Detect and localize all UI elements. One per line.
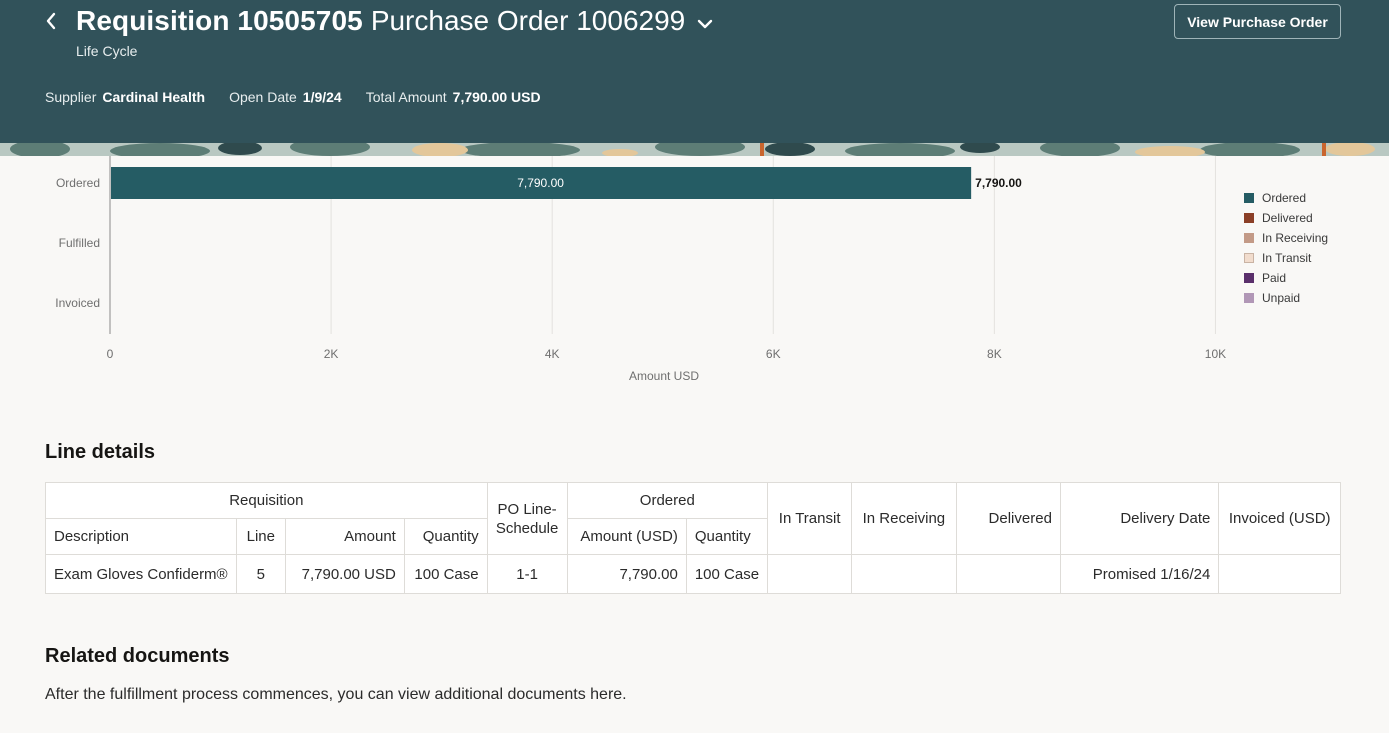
total-amount-summary: Total Amount 7,790.00 USD	[366, 89, 541, 105]
legend-swatch	[1244, 193, 1254, 203]
chevron-down-icon[interactable]	[695, 14, 715, 34]
legend-swatch	[1244, 213, 1254, 223]
legend-label: In Receiving	[1262, 231, 1329, 245]
legend-swatch	[1244, 253, 1254, 263]
purchase-order-title: Purchase Order 1006299	[370, 5, 686, 36]
bar-data-label: 7,790.00	[517, 176, 564, 190]
legend-label: Delivered	[1262, 211, 1313, 225]
requisition-group-header: Requisition	[45, 482, 488, 519]
legend-item-ordered: Ordered	[1244, 188, 1328, 208]
line-header[interactable]: Line	[235, 518, 287, 555]
invoiced-header[interactable]: Invoiced (USD)	[1218, 482, 1341, 555]
x-tick-label: 0	[107, 347, 114, 361]
open-date-value: 1/9/24	[302, 89, 342, 105]
cell-line: 5	[235, 554, 287, 594]
legend-label: In Transit	[1262, 251, 1312, 265]
lifecycle-chart: 0 2K 4K 6K 8K 10K Amount USD Ordered Fulfilled In…	[0, 156, 1389, 396]
legend-label: Ordered	[1262, 191, 1307, 205]
legend-item-in-transit: In Transit	[1244, 248, 1328, 268]
line-details-title: Line details	[45, 441, 156, 463]
requisition-title: Requisition 10505705	[76, 5, 363, 36]
cell-amount: 7,790.00 USD	[285, 554, 405, 594]
legend-item-unpaid: Unpaid	[1244, 288, 1328, 308]
category-label: Fulfilled	[59, 236, 100, 250]
ordered-amount-header[interactable]: Amount (USD)	[566, 518, 687, 555]
open-date-label: Open Date	[229, 89, 297, 105]
legend-item-delivered: Delivered	[1244, 208, 1328, 228]
amount-header[interactable]: Amount	[285, 518, 405, 555]
related-documents-text: After the fulfillment process commences,…	[45, 686, 627, 703]
related-documents-title: Related documents	[45, 645, 230, 667]
cell-po-line-schedule: 1-1	[486, 554, 568, 594]
total-amount-label: Total Amount	[365, 89, 447, 105]
bar-total-label: 7,790.00	[975, 176, 1022, 190]
line-details-table: Requisition PO Line-Schedule Ordered In …	[45, 482, 1341, 594]
total-amount-value: 7,790.00 USD	[452, 89, 541, 105]
legend-swatch	[1244, 293, 1254, 303]
legend-label: Unpaid	[1262, 291, 1301, 305]
quantity-header[interactable]: Quantity	[403, 518, 488, 555]
supplier-value: Cardinal Health	[102, 89, 206, 105]
x-tick-label: 10K	[1205, 347, 1226, 361]
x-tick-label: 6K	[766, 347, 781, 361]
cell-description: Exam Gloves Confiderm®	[45, 554, 237, 594]
chart-legend: Ordered Delivered In Receiving In Transi…	[1244, 188, 1328, 308]
cell-delivery-date: Promised 1/16/24	[1059, 554, 1220, 594]
description-header[interactable]: Description	[45, 518, 237, 555]
legend-item-paid: Paid	[1244, 268, 1328, 288]
cell-invoiced	[1218, 554, 1341, 594]
in-receiving-header[interactable]: In Receiving	[851, 482, 957, 555]
po-line-schedule-header[interactable]: PO Line-Schedule	[486, 482, 568, 555]
x-tick-label: 8K	[987, 347, 1002, 361]
ordered-group-header: Ordered	[566, 482, 769, 519]
supplier-summary: Supplier Cardinal Health	[45, 89, 205, 105]
cell-ordered-amount: 7,790.00	[566, 554, 687, 594]
x-tick-label: 4K	[545, 347, 560, 361]
legend-swatch	[1244, 233, 1254, 243]
cell-quantity: 100 Case	[403, 554, 488, 594]
table-group-header-row: Requisition PO Line-Schedule Ordered In …	[45, 482, 1341, 555]
category-label: Invoiced	[55, 296, 100, 310]
lifecycle-bar-chart: 0 2K 4K 6K 8K 10K Amount USD Ordered Fulfilled In…	[55, 156, 1226, 383]
open-date-summary: Open Date 1/9/24	[229, 89, 342, 105]
cell-delivered	[955, 554, 1061, 594]
legend-swatch	[1244, 273, 1254, 283]
x-axis-title: Amount USD	[629, 369, 699, 383]
back-button[interactable]	[40, 8, 62, 34]
banner-pattern	[0, 143, 1389, 156]
page-header: Requisition 10505705 Purchase Order 1006…	[0, 0, 1389, 143]
delivered-header[interactable]: Delivered	[955, 482, 1061, 555]
legend-label: Paid	[1262, 271, 1287, 285]
x-tick-label: 2K	[324, 347, 339, 361]
cell-in-receiving	[851, 554, 957, 594]
in-transit-header[interactable]: In Transit	[767, 482, 853, 555]
chevron-left-icon	[46, 12, 56, 30]
view-purchase-order-button[interactable]: View Purchase Order	[1174, 4, 1341, 39]
decorative-banner	[0, 143, 1389, 156]
summary-row: Supplier Cardinal Health Open Date 1/9/24 …	[45, 89, 565, 105]
page-title: Requisition 10505705 Purchase Order 1006…	[76, 5, 715, 37]
category-label: Ordered	[56, 176, 100, 190]
ordered-quantity-header[interactable]: Quantity	[685, 518, 769, 555]
cell-in-transit	[767, 554, 853, 594]
page-subtitle: Life Cycle	[76, 43, 138, 59]
legend-item-in-receiving: In Receiving	[1244, 228, 1328, 248]
cell-ordered-quantity: 100 Case	[685, 554, 769, 594]
table-row[interactable]: Exam Gloves Confiderm® 5 7,790.00 USD 10…	[45, 554, 1341, 594]
supplier-label: Supplier	[45, 89, 97, 105]
delivery-date-header[interactable]: Delivery Date	[1059, 482, 1220, 555]
